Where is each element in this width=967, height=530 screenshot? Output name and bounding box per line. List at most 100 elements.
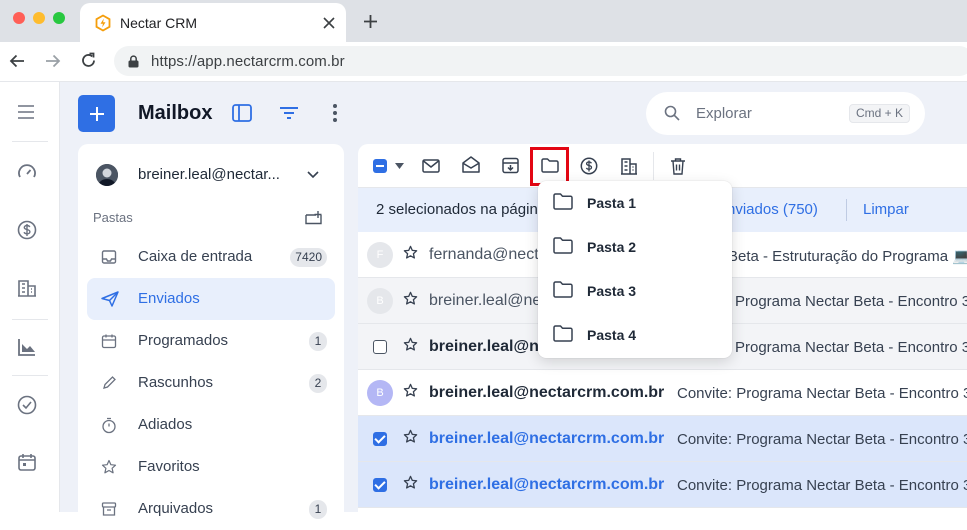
back-arrow-icon[interactable] — [9, 53, 25, 69]
account-email: breiner.leal@nectar... — [138, 166, 280, 183]
sidebar-item-rascunhos[interactable]: Rascunhos 2 — [87, 362, 335, 404]
menu-item-pasta-2[interactable]: Pasta 2 — [538, 225, 732, 269]
company-building-icon[interactable] — [17, 278, 37, 298]
send-icon — [101, 291, 119, 307]
star-icon[interactable] — [403, 291, 418, 306]
add-folder-icon[interactable] — [305, 210, 322, 225]
chevron-down-icon[interactable] — [307, 171, 319, 179]
email-subject: Convite: Programa Nectar Beta - Encontro… — [677, 385, 967, 402]
close-tab-icon[interactable] — [323, 17, 335, 29]
select-menu-chevron-icon[interactable] — [395, 163, 404, 169]
rail-divider — [12, 319, 48, 320]
pencil-icon — [103, 376, 116, 389]
calendar-icon[interactable] — [17, 452, 37, 472]
reports-chart-icon[interactable] — [17, 337, 37, 357]
tasks-check-icon[interactable] — [17, 395, 37, 415]
menu-item-pasta-1[interactable]: Pasta 1 — [538, 181, 732, 225]
more-options-icon[interactable] — [332, 103, 338, 123]
mark-unread-mail-icon[interactable] — [422, 159, 440, 173]
app-container: Mailbox Explorar Cmd + K breiner.leal@ne — [0, 82, 967, 519]
folder-icon — [553, 325, 573, 342]
url-text: https://app.nectarcrm.com.br — [151, 53, 345, 70]
compose-button[interactable] — [78, 95, 115, 132]
count-badge: 2 — [309, 374, 327, 393]
select-all-checkbox[interactable] — [373, 159, 387, 173]
email-subject: Beta - Estruturação do Programa 💻 ( — [728, 248, 967, 265]
star-icon[interactable] — [403, 475, 418, 490]
email-row[interactable]: B breiner.leal@nectarcrm.com.br Convite:… — [358, 370, 967, 416]
toolbar-divider — [653, 152, 654, 180]
filter-icon[interactable] — [279, 106, 299, 120]
folder-icon — [553, 281, 573, 298]
browser-tab[interactable]: Nectar CRM — [80, 3, 346, 42]
folders-section-label: Pastas — [93, 210, 133, 225]
trash-icon[interactable] — [670, 157, 686, 175]
sidebar-item-favoritos[interactable]: Favoritos — [87, 446, 335, 488]
account-switcher[interactable]: breiner.leal@nectar... — [96, 164, 328, 186]
reload-icon[interactable] — [80, 52, 97, 69]
move-to-folder-menu: Pasta 1 Pasta 2 Pasta 3 Pasta 4 — [538, 181, 732, 358]
archive-icon — [101, 502, 117, 516]
search-input[interactable]: Explorar Cmd + K — [646, 92, 925, 135]
email-sender: breiner.leal@nectarcrm.com.br — [429, 476, 665, 493]
row-checkbox[interactable] — [373, 340, 387, 354]
menu-item-pasta-3[interactable]: Pasta 3 — [538, 269, 732, 313]
email-subject: Programa Nectar Beta - Encontro 3 — [735, 293, 967, 310]
email-sender: fernanda@nect — [429, 246, 539, 263]
folder-icon — [553, 237, 573, 254]
email-sender: breiner.leal@nectarcrm.com.br — [429, 430, 665, 447]
archive-icon[interactable] — [502, 157, 519, 174]
calendar-icon — [101, 334, 117, 349]
close-window-button[interactable] — [13, 12, 25, 24]
menu-icon[interactable] — [17, 104, 35, 120]
maximize-window-button[interactable] — [53, 12, 65, 24]
email-row[interactable]: breiner.leal@nectarcrm.com.br Convite: P… — [358, 462, 967, 508]
search-placeholder: Explorar — [696, 105, 752, 122]
sender-avatar: B — [367, 380, 393, 406]
sidebar-item-enviados[interactable]: Enviados — [87, 278, 335, 320]
sidebar-item-label: Favoritos — [138, 458, 200, 475]
sender-avatar: F — [367, 242, 393, 268]
lock-icon[interactable] — [128, 55, 139, 68]
plus-icon — [89, 106, 104, 121]
star-icon[interactable] — [403, 383, 418, 398]
row-checkbox[interactable] — [373, 432, 387, 446]
email-subject: Convite: Programa Nectar Beta - Encontro… — [677, 477, 967, 494]
star-icon[interactable] — [403, 429, 418, 444]
new-tab-icon[interactable] — [363, 14, 378, 29]
deal-dollar-icon[interactable] — [580, 157, 598, 175]
menu-item-pasta-4[interactable]: Pasta 4 — [538, 313, 732, 357]
sidebar-item-adiados[interactable]: Adiados — [87, 404, 335, 446]
search-icon — [664, 105, 680, 121]
sidebar-item-programados[interactable]: Programados 1 — [87, 320, 335, 362]
timer-icon — [102, 417, 116, 434]
dashboard-gauge-icon[interactable] — [17, 162, 37, 182]
sidebar-item-arquivados[interactable]: Arquivados 1 — [87, 488, 335, 530]
browser-tab-bar: Nectar CRM — [0, 0, 967, 42]
star-icon[interactable] — [403, 245, 418, 260]
toggle-sidebar-icon[interactable] — [232, 104, 252, 122]
rail-divider — [12, 375, 48, 376]
email-sender: breiner.leal@n — [429, 338, 539, 355]
menu-item-label: Pasta 1 — [587, 195, 637, 211]
sidebar-item-label: Programados — [138, 332, 229, 349]
star-icon[interactable] — [403, 337, 418, 352]
email-subject: Convite: Programa Nectar Beta - Encontro… — [677, 431, 967, 448]
star-icon — [101, 459, 117, 474]
email-sender: breiner.leal@ne — [429, 292, 542, 309]
count-badge: 1 — [309, 500, 327, 519]
sidebar-item-caixa-de-entrada[interactable]: Caixa de entrada 7420 — [87, 236, 335, 278]
url-bar[interactable]: https://app.nectarcrm.com.br — [114, 46, 967, 76]
dollar-icon[interactable] — [17, 220, 37, 240]
forward-arrow-icon[interactable] — [45, 53, 61, 69]
row-checkbox[interactable] — [373, 478, 387, 492]
mark-read-mail-open-icon[interactable] — [462, 156, 480, 173]
company-building-icon[interactable] — [620, 157, 638, 175]
email-row[interactable]: breiner.leal@nectarcrm.com.br Convite: P… — [358, 416, 967, 462]
select-all-sent-link[interactable]: nviados (750) — [727, 201, 818, 218]
nectar-favicon-icon — [95, 14, 111, 32]
clear-selection-link[interactable]: Limpar — [863, 201, 909, 218]
avatar — [96, 164, 118, 186]
menu-item-label: Pasta 2 — [587, 239, 637, 255]
minimize-window-button[interactable] — [33, 12, 45, 24]
